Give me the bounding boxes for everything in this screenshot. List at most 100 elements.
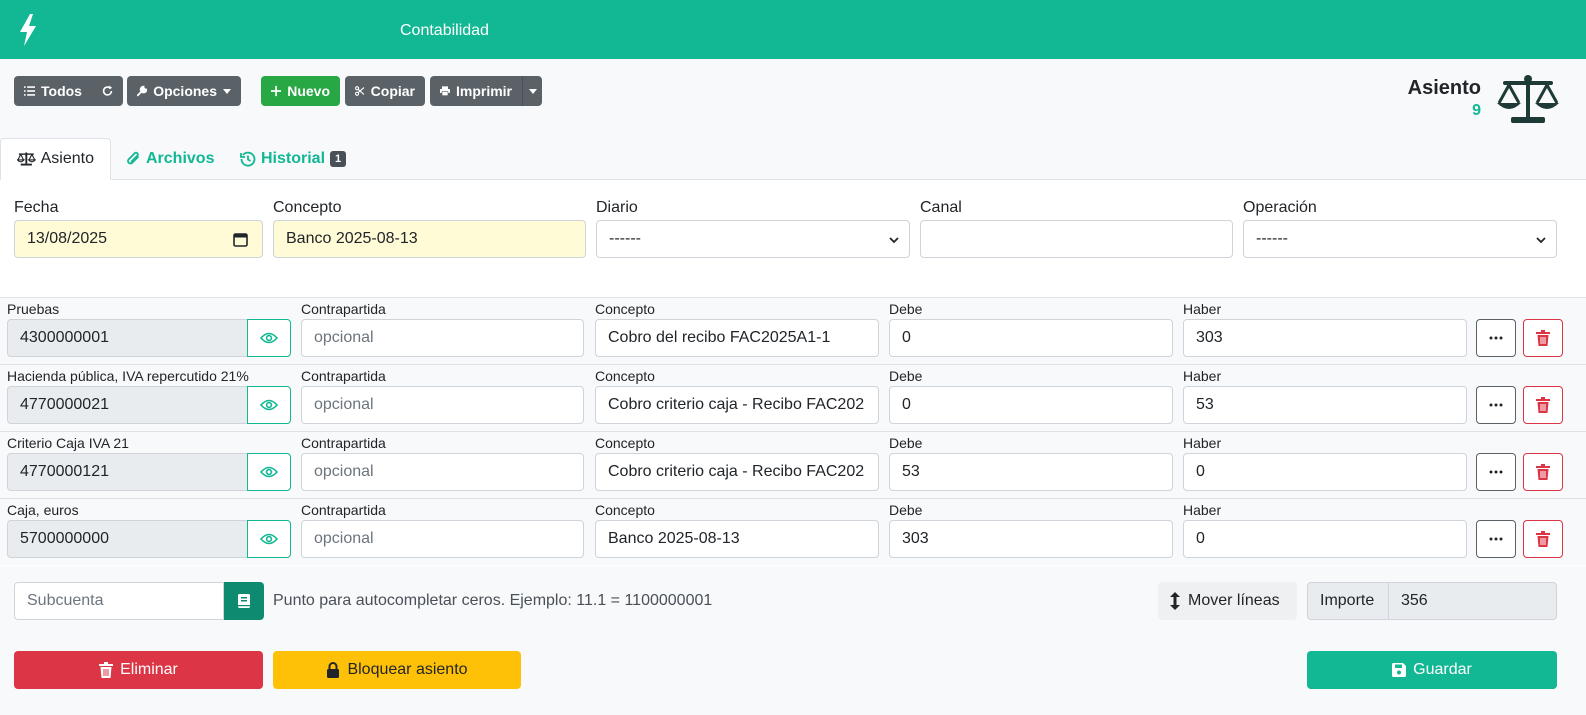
view-account-button[interactable] <box>247 520 291 558</box>
arrows-vertical-icon <box>1170 592 1180 610</box>
chevron-down-icon <box>889 237 899 244</box>
debe-label: Debe <box>889 502 923 518</box>
canal-label: Canal <box>920 199 962 216</box>
contrapartida-placeholder: opcional <box>314 463 374 480</box>
delete-line-button[interactable] <box>1523 520 1563 558</box>
contrapartida-label: Contrapartida <box>301 301 386 317</box>
canal-input[interactable] <box>920 220 1233 258</box>
opciones-dropdown[interactable]: Opciones <box>127 76 241 106</box>
haber-input[interactable]: 303 <box>1183 319 1467 357</box>
debe-input[interactable]: 303 <box>889 520 1173 558</box>
importe-value: 356 <box>1389 582 1557 620</box>
autocomplete-hint: Punto para autocompletar ceros. Ejemplo:… <box>273 592 713 609</box>
ellipsis-icon <box>1489 336 1503 340</box>
concepto-line-input[interactable]: Banco 2025-08-13 <box>595 520 879 558</box>
ellipsis-icon <box>1489 470 1503 474</box>
line-options-button[interactable] <box>1476 319 1516 357</box>
todos-label: Todos <box>41 83 82 99</box>
subcuenta-field[interactable]: 4300000001 <box>7 319 248 357</box>
haber-input[interactable]: 0 <box>1183 453 1467 491</box>
contrapartida-input[interactable]: opcional <box>301 520 584 558</box>
concepto-line-input[interactable]: Cobro criterio caja - Recibo FAC202 <box>595 453 879 491</box>
contrapartida-input[interactable]: opcional <box>301 453 584 491</box>
line-options-button[interactable] <box>1476 520 1516 558</box>
wrench-icon <box>137 85 148 97</box>
trash-icon <box>1536 464 1550 480</box>
tab-asiento[interactable]: Asiento <box>0 138 111 180</box>
haber-input[interactable]: 0 <box>1183 520 1467 558</box>
view-account-button[interactable] <box>247 319 291 357</box>
eye-icon <box>260 332 278 344</box>
concepto-line-value: Cobro del recibo FAC2025A1-1 <box>608 329 831 346</box>
subcuenta-input[interactable]: Subcuenta <box>14 582 224 620</box>
eye-icon <box>260 466 278 478</box>
lock-icon <box>327 662 340 678</box>
refresh-icon[interactable] <box>102 84 113 98</box>
eye-icon <box>260 399 278 411</box>
entry-line: Hacienda pública, IVA repercutido 21% 477… <box>0 364 1586 431</box>
bloquear-asiento-button[interactable]: Bloquear asiento <box>273 651 521 689</box>
nuevo-label: Nuevo <box>287 83 330 99</box>
diario-select[interactable]: ------ <box>596 220 910 258</box>
trash-icon <box>1536 531 1550 547</box>
trash-icon <box>1536 330 1550 346</box>
debe-input[interactable]: 0 <box>889 386 1173 424</box>
haber-value: 0 <box>1196 463 1205 480</box>
nuevo-button[interactable]: Nuevo <box>261 76 340 106</box>
tab-historial[interactable]: Historial 1 <box>224 138 362 180</box>
guardar-label: Guardar <box>1413 661 1472 678</box>
view-account-button[interactable] <box>247 453 291 491</box>
concepto-line-label: Concepto <box>595 368 655 384</box>
subcuenta-field[interactable]: 4770000021 <box>7 386 248 424</box>
tab-archivos-label: Archivos <box>146 150 215 167</box>
debe-input[interactable]: 0 <box>889 319 1173 357</box>
copiar-button[interactable]: Copiar <box>345 76 425 106</box>
haber-value: 53 <box>1196 396 1214 413</box>
entry-line: Criterio Caja IVA 21 4770000121 Contrapart… <box>0 431 1586 498</box>
lightning-logo-icon[interactable] <box>16 12 40 48</box>
line-options-button[interactable] <box>1476 453 1516 491</box>
line-options-button[interactable] <box>1476 386 1516 424</box>
calendar-icon[interactable] <box>233 232 248 247</box>
contrapartida-placeholder: opcional <box>314 396 374 413</box>
subcuenta-field[interactable]: 4770000121 <box>7 453 248 491</box>
debe-value: 53 <box>902 463 920 480</box>
trash-icon <box>1536 397 1550 413</box>
imprimir-dropdown-toggle[interactable] <box>522 76 542 106</box>
concepto-line-input[interactable]: Cobro criterio caja - Recibo FAC202 <box>595 386 879 424</box>
concepto-line-input[interactable]: Cobro del recibo FAC2025A1-1 <box>595 319 879 357</box>
account-name: Pruebas <box>7 301 60 317</box>
haber-value: 0 <box>1196 530 1205 547</box>
account-name: Caja, euros <box>7 502 79 518</box>
delete-line-button[interactable] <box>1523 319 1563 357</box>
delete-line-button[interactable] <box>1523 453 1563 491</box>
fecha-label: Fecha <box>14 199 59 216</box>
haber-label: Haber <box>1183 435 1222 451</box>
fecha-input[interactable]: 13/08/2025 <box>14 220 263 258</box>
debe-value: 0 <box>902 396 911 413</box>
debe-label: Debe <box>889 368 923 384</box>
chevron-down-icon <box>1536 237 1546 244</box>
concepto-value: Banco 2025-08-13 <box>286 230 418 247</box>
contrapartida-input[interactable]: opcional <box>301 386 584 424</box>
mover-lineas-button[interactable]: Mover líneas <box>1158 582 1297 620</box>
delete-line-button[interactable] <box>1523 386 1563 424</box>
view-account-button[interactable] <box>247 386 291 424</box>
app-title[interactable]: Contabilidad <box>400 22 489 40</box>
haber-label: Haber <box>1183 368 1222 384</box>
imprimir-label: Imprimir <box>455 83 512 99</box>
debe-input[interactable]: 53 <box>889 453 1173 491</box>
todos-button[interactable]: Todos <box>14 76 123 106</box>
contrapartida-input[interactable]: opcional <box>301 319 584 357</box>
subcuenta-value: 4770000021 <box>20 396 109 413</box>
concepto-input[interactable]: Banco 2025-08-13 <box>273 220 586 258</box>
imprimir-button[interactable]: Imprimir <box>430 76 522 106</box>
haber-input[interactable]: 53 <box>1183 386 1467 424</box>
guardar-button[interactable]: Guardar <box>1307 651 1557 689</box>
operacion-select[interactable]: ------ <box>1243 220 1557 258</box>
subcuenta-search-button[interactable] <box>224 582 264 620</box>
subcuenta-field[interactable]: 5700000000 <box>7 520 248 558</box>
history-icon <box>240 151 256 167</box>
eliminar-button[interactable]: Eliminar <box>14 651 263 689</box>
tab-archivos[interactable]: Archivos <box>111 138 230 180</box>
